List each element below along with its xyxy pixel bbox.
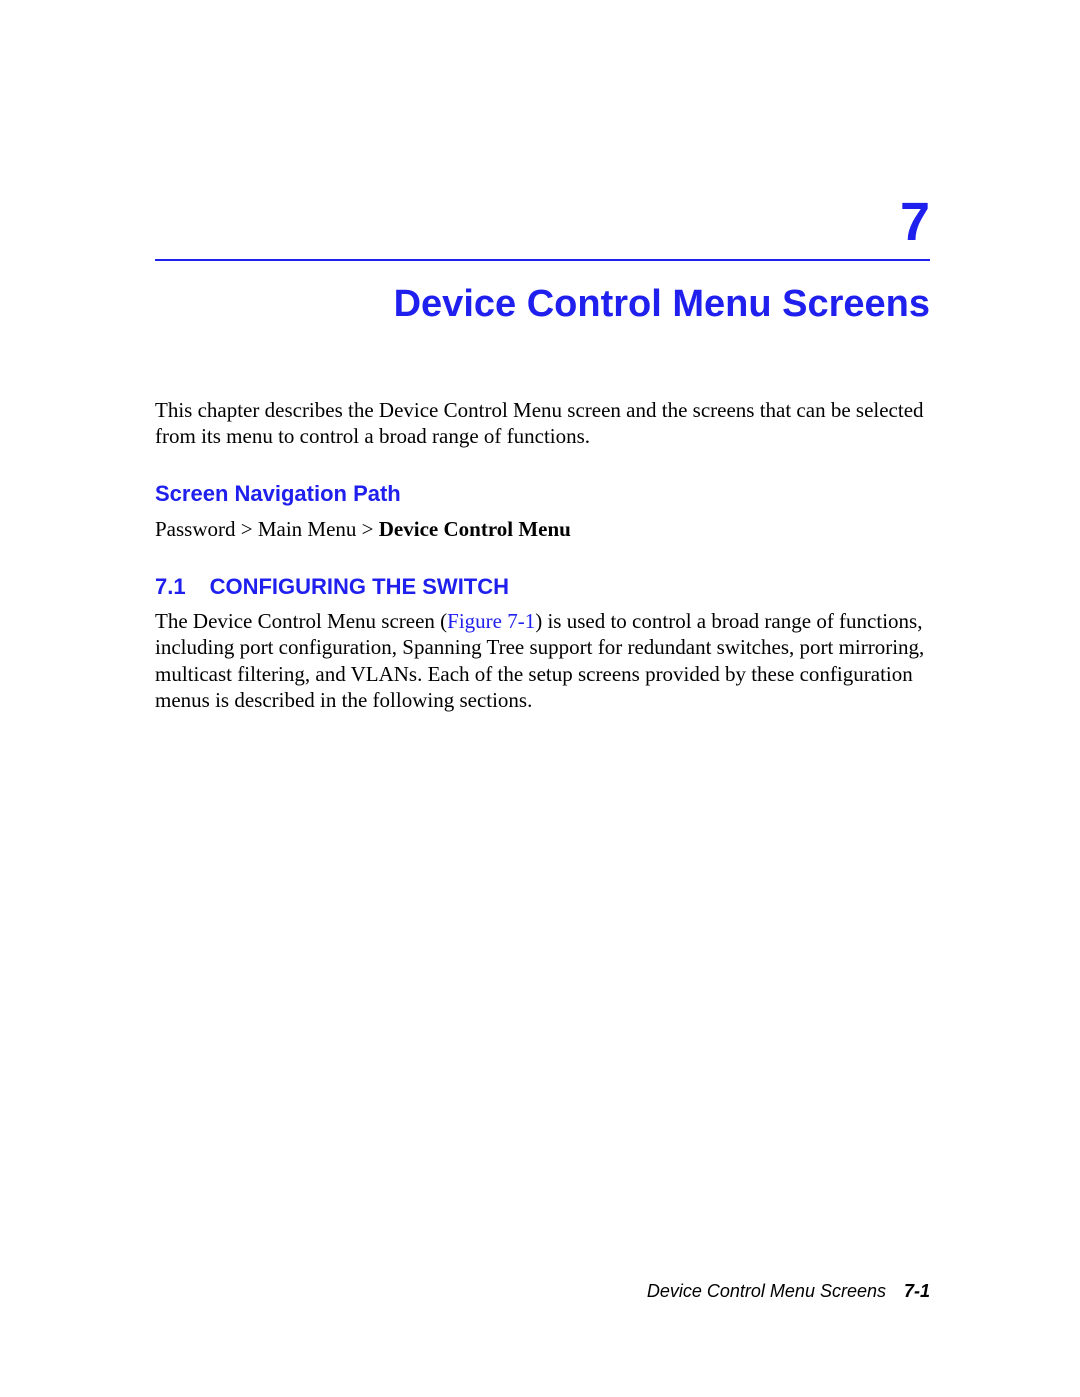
section-para-pre: The Device Control Menu screen ( (155, 609, 447, 633)
nav-path-heading: Screen Navigation Path (155, 481, 930, 507)
nav-path-current: Device Control Menu (379, 517, 571, 541)
section-paragraph: The Device Control Menu screen (Figure 7… (155, 608, 930, 713)
chapter-intro-paragraph: This chapter describes the Device Contro… (155, 397, 930, 450)
title-rule (155, 259, 930, 261)
nav-path-text: Password > Main Menu > Device Control Me… (155, 517, 930, 542)
document-page: 7 Device Control Menu Screens This chapt… (0, 0, 1080, 1397)
section-title: CONFIGURING THE SWITCH (210, 574, 509, 599)
page-footer: Device Control Menu Screens 7-1 (647, 1281, 930, 1302)
section-heading: 7.1 CONFIGURING THE SWITCH (155, 574, 930, 600)
chapter-title: Device Control Menu Screens (155, 283, 930, 327)
chapter-number: 7 (155, 195, 930, 249)
nav-path-prefix: Password > Main Menu > (155, 517, 379, 541)
footer-page-number: 7-1 (904, 1281, 930, 1301)
section-number: 7.1 (155, 574, 186, 600)
footer-label: Device Control Menu Screens (647, 1281, 886, 1301)
figure-link[interactable]: Figure 7-1 (447, 609, 535, 633)
